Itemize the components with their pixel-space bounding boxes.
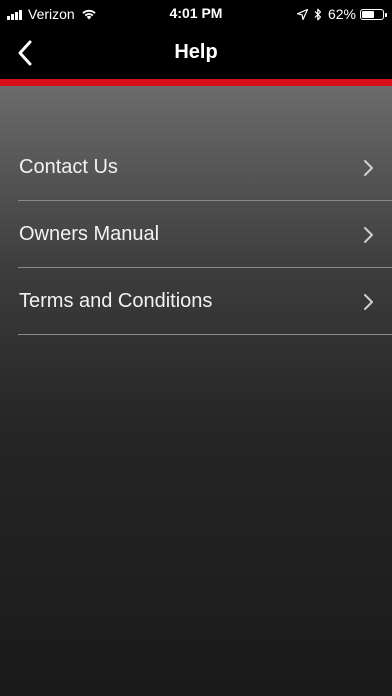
- chevron-right-icon: [364, 160, 373, 176]
- menu-item-label: Contact Us: [19, 156, 118, 178]
- back-button[interactable]: [8, 36, 42, 70]
- page-title: Help: [174, 41, 218, 63]
- location-arrow-icon: [296, 8, 308, 20]
- help-menu-list: Contact Us Owners Manual Terms and Condi…: [18, 134, 392, 335]
- menu-item-owners-manual[interactable]: Owners Manual: [18, 201, 392, 268]
- navigation-bar: Help: [0, 28, 392, 79]
- accent-bar: [0, 79, 392, 86]
- chevron-right-icon: [364, 227, 373, 243]
- menu-item-contact-us[interactable]: Contact Us: [18, 134, 392, 201]
- help-screen: Verizon 4:01 PM 62% Help Contact Us Owne…: [0, 0, 392, 696]
- status-right: 62%: [291, 5, 387, 23]
- bluetooth-icon: [314, 8, 322, 21]
- chevron-left-icon: [18, 40, 32, 66]
- chevron-right-icon: [364, 294, 373, 310]
- menu-item-label: Owners Manual: [19, 223, 160, 245]
- menu-item-terms-and-conditions[interactable]: Terms and Conditions: [18, 268, 392, 335]
- status-bar: Verizon 4:01 PM 62%: [0, 0, 392, 28]
- battery-icon: [360, 8, 387, 20]
- menu-item-label: Terms and Conditions: [19, 290, 213, 312]
- content-area: Contact Us Owners Manual Terms and Condi…: [0, 86, 392, 696]
- battery-percent: 62%: [327, 6, 356, 22]
- battery-level-fill: [362, 10, 374, 18]
